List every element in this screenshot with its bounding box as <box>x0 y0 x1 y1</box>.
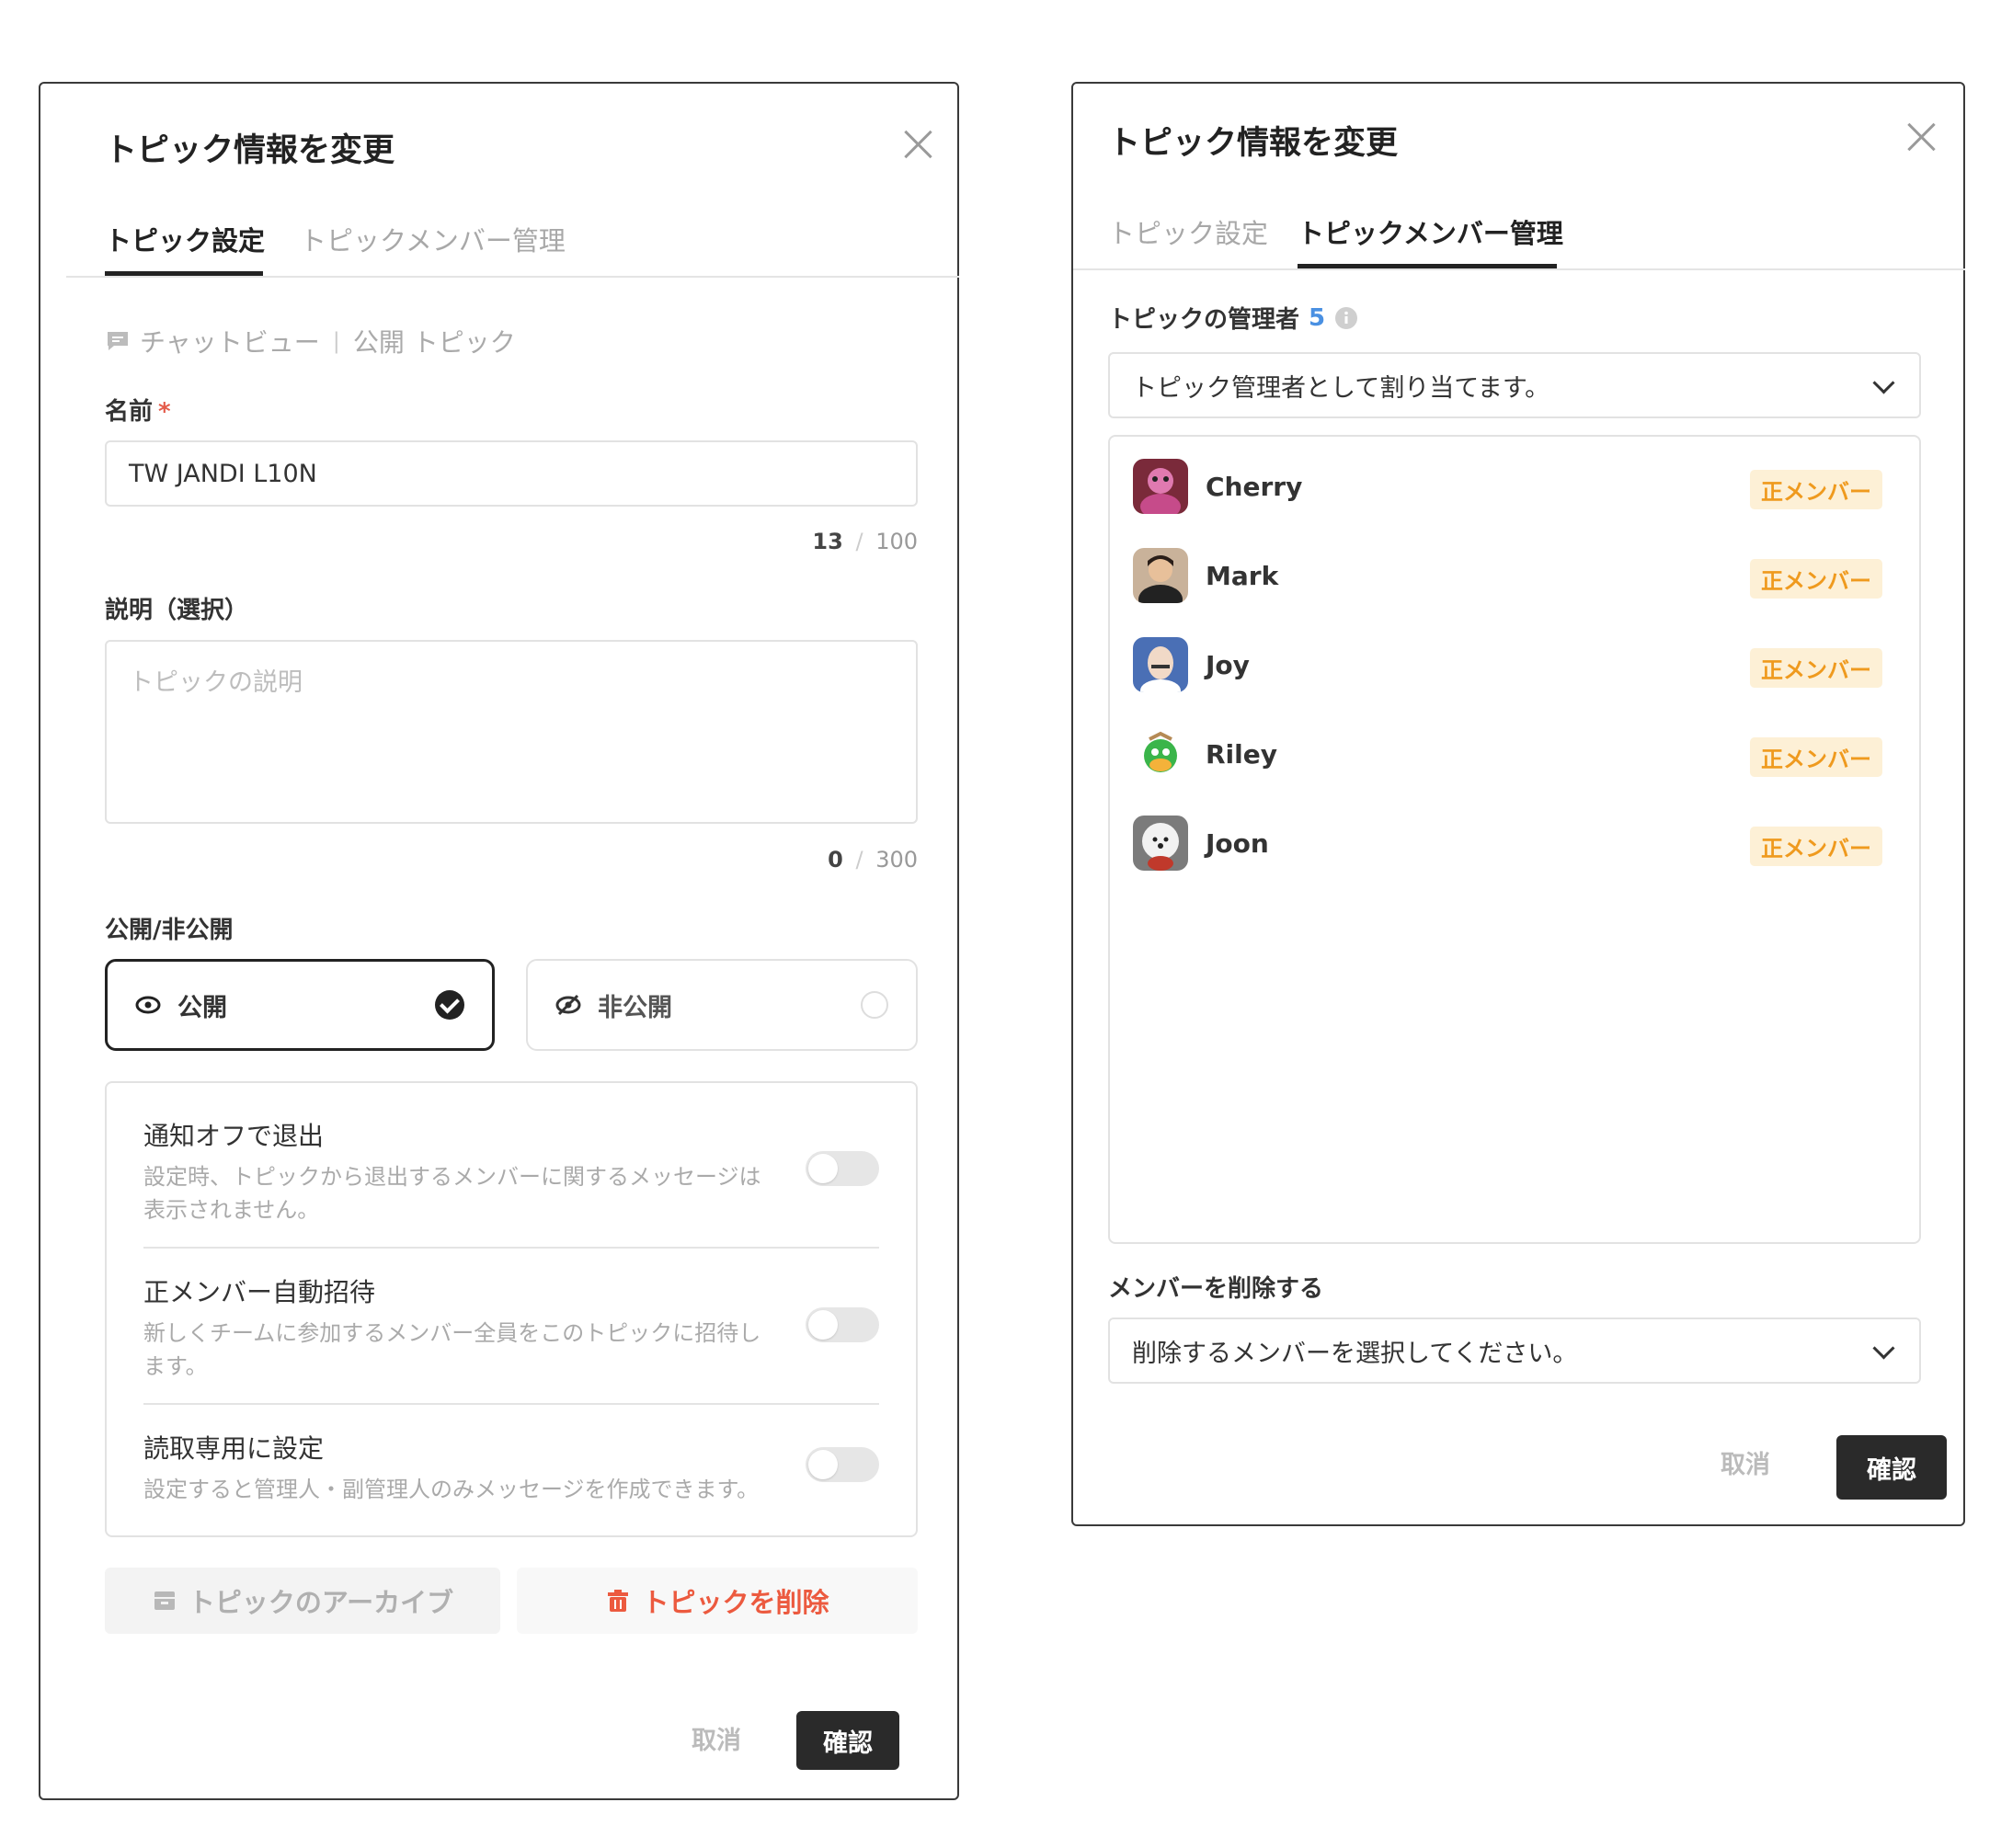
tab-topic-settings[interactable]: トピック設定 <box>1108 212 1268 251</box>
admins-count: 5 <box>1309 303 1326 332</box>
private-option[interactable]: 非公開 <box>526 959 918 1051</box>
auto-invite-toggle[interactable] <box>806 1307 879 1342</box>
option-desc: 新しくチームに参加するメンバー全員をこのトピックに招待します。 <box>143 1320 761 1379</box>
list-item[interactable]: Riley 正メンバー <box>1110 726 1919 791</box>
avatar <box>1133 548 1188 603</box>
member-role-badge: 正メンバー <box>1750 559 1882 599</box>
trash-icon <box>605 1588 631 1614</box>
archive-topic-label: トピックのアーカイブ <box>188 1587 454 1618</box>
tab-topic-members[interactable]: トピックメンバー管理 <box>1298 212 1563 251</box>
name-label-text: 名前 <box>105 398 154 426</box>
option-divider <box>143 1403 879 1405</box>
name-input[interactable]: TW JANDI L10N <box>105 440 918 507</box>
list-item[interactable]: Joy 正メンバー <box>1110 637 1919 702</box>
eye-off-icon <box>555 992 581 1018</box>
topic-members-dialog: トピック情報を変更 トピック設定 トピックメンバー管理 トピックの管理者 5 ト… <box>1071 82 1965 1526</box>
tab-divider <box>66 276 959 278</box>
chat-bubble-icon <box>105 328 131 354</box>
delete-topic-label: トピックを削除 <box>642 1587 829 1618</box>
admins-label: トピックの管理者 <box>1108 306 1300 334</box>
archive-topic-button[interactable]: トピックのアーカイブ <box>105 1568 500 1634</box>
confirm-button[interactable]: 確認 <box>796 1711 899 1770</box>
dialog-title: トピック情報を変更 <box>1108 125 1399 162</box>
option-title: 正メンバー自動招待 <box>143 1277 376 1307</box>
description-char-counter: 0 / 300 <box>684 847 918 873</box>
option-title: 読取専用に設定 <box>143 1433 325 1464</box>
name-counter-sep: / <box>855 529 863 554</box>
read-only-toggle[interactable] <box>806 1447 879 1482</box>
name-char-max: 100 <box>875 529 918 554</box>
description-label: 説明（選択） <box>105 597 249 624</box>
avatar <box>1133 816 1188 871</box>
avatar <box>1133 459 1188 514</box>
list-item[interactable]: Cherry 正メンバー <box>1110 459 1919 523</box>
member-name: Joy <box>1206 650 1250 680</box>
tab-topic-settings[interactable]: トピック設定 <box>105 220 265 258</box>
member-name: Riley <box>1206 739 1277 770</box>
option-desc: 設定すると管理人・副管理人のみメッセージを作成できます。 <box>143 1477 760 1502</box>
topic-settings-dialog: トピック情報を変更 トピック設定 トピックメンバー管理 チャットビュー | 公開… <box>39 82 959 1800</box>
description-char-max: 300 <box>875 847 918 873</box>
breadcrumb-separator: | <box>332 328 340 354</box>
tab-divider <box>1073 268 1965 270</box>
checked-circle-icon <box>435 990 464 1020</box>
public-option[interactable]: 公開 <box>105 959 495 1051</box>
remove-member-select[interactable]: 削除するメンバーを選択してください。 <box>1108 1318 1921 1384</box>
eye-icon <box>135 992 161 1018</box>
required-mark: * <box>158 398 171 426</box>
name-char-counter: 13 / 100 <box>684 529 918 554</box>
name-char-count: 13 <box>812 529 843 554</box>
member-name: Cherry <box>1206 472 1303 502</box>
option-title: 通知オフで退出 <box>143 1121 325 1151</box>
chevron-down-icon <box>1872 1337 1895 1360</box>
list-item[interactable]: Mark 正メンバー <box>1110 548 1919 612</box>
delete-topic-button[interactable]: トピックを削除 <box>517 1568 918 1634</box>
remove-member-select-text: 削除するメンバーを選択してください。 <box>1132 1339 1578 1368</box>
dialog-title: トピック情報を変更 <box>105 132 395 169</box>
topic-options-panel: 通知オフで退出 設定時、トピックから退出するメンバーに関するメッセージは表示され… <box>105 1081 918 1537</box>
empty-radio-icon <box>861 991 888 1019</box>
remove-member-label: メンバーを削除する <box>1108 1275 1324 1303</box>
topic-type-label: 公開 トピック <box>352 327 516 358</box>
confirm-button[interactable]: 確認 <box>1836 1435 1947 1500</box>
option-leave-silently: 通知オフで退出 設定時、トピックから退出するメンバーに関するメッセージは表示され… <box>143 1116 778 1226</box>
option-read-only: 読取専用に設定 設定すると管理人・副管理人のみメッセージを作成できます。 <box>143 1429 778 1506</box>
archive-icon <box>152 1588 177 1614</box>
admin-member-list: Cherry 正メンバー Mark 正メンバー Joy 正メンバー Riley … <box>1108 435 1921 1244</box>
member-name: Mark <box>1206 561 1279 591</box>
description-char-count: 0 <box>828 847 843 873</box>
close-icon[interactable] <box>899 126 936 163</box>
option-desc: 設定時、トピックから退出するメンバーに関するメッセージは表示されません。 <box>143 1164 761 1223</box>
tab-topic-members[interactable]: トピックメンバー管理 <box>300 220 566 258</box>
admins-header: トピックの管理者 5 <box>1108 301 1358 335</box>
member-role-badge: 正メンバー <box>1750 737 1882 777</box>
cancel-button[interactable]: 取消 <box>692 1720 741 1756</box>
cancel-button[interactable]: 取消 <box>1721 1444 1770 1480</box>
option-divider <box>143 1247 879 1249</box>
assign-admin-select-text: トピック管理者として割り当てます。 <box>1132 373 1550 403</box>
view-type-label: チャットビュー <box>140 327 320 358</box>
assign-admin-select[interactable]: トピック管理者として割り当てます。 <box>1108 352 1921 418</box>
description-textarea[interactable]: トピックの説明 <box>105 640 918 824</box>
name-label: 名前 * <box>105 393 171 427</box>
member-role-badge: 正メンバー <box>1750 827 1882 866</box>
info-icon[interactable] <box>1334 306 1358 330</box>
chevron-down-icon <box>1872 371 1895 394</box>
avatar <box>1133 726 1188 781</box>
description-counter-sep: / <box>855 847 863 873</box>
member-name: Joon <box>1206 828 1269 859</box>
avatar <box>1133 637 1188 692</box>
close-icon[interactable] <box>1903 119 1939 155</box>
leave-silently-toggle[interactable] <box>806 1151 879 1186</box>
member-role-badge: 正メンバー <box>1750 648 1882 688</box>
topic-type-breadcrumb: チャットビュー | 公開 トピック <box>105 323 516 359</box>
public-option-label: 公開 <box>177 993 227 1022</box>
list-item[interactable]: Joon 正メンバー <box>1110 816 1919 880</box>
visibility-label: 公開/非公開 <box>105 917 234 944</box>
private-option-label: 非公開 <box>598 993 672 1022</box>
member-role-badge: 正メンバー <box>1750 470 1882 509</box>
option-auto-invite: 正メンバー自動招待 新しくチームに参加するメンバー全員をこのトピックに招待します… <box>143 1272 778 1383</box>
